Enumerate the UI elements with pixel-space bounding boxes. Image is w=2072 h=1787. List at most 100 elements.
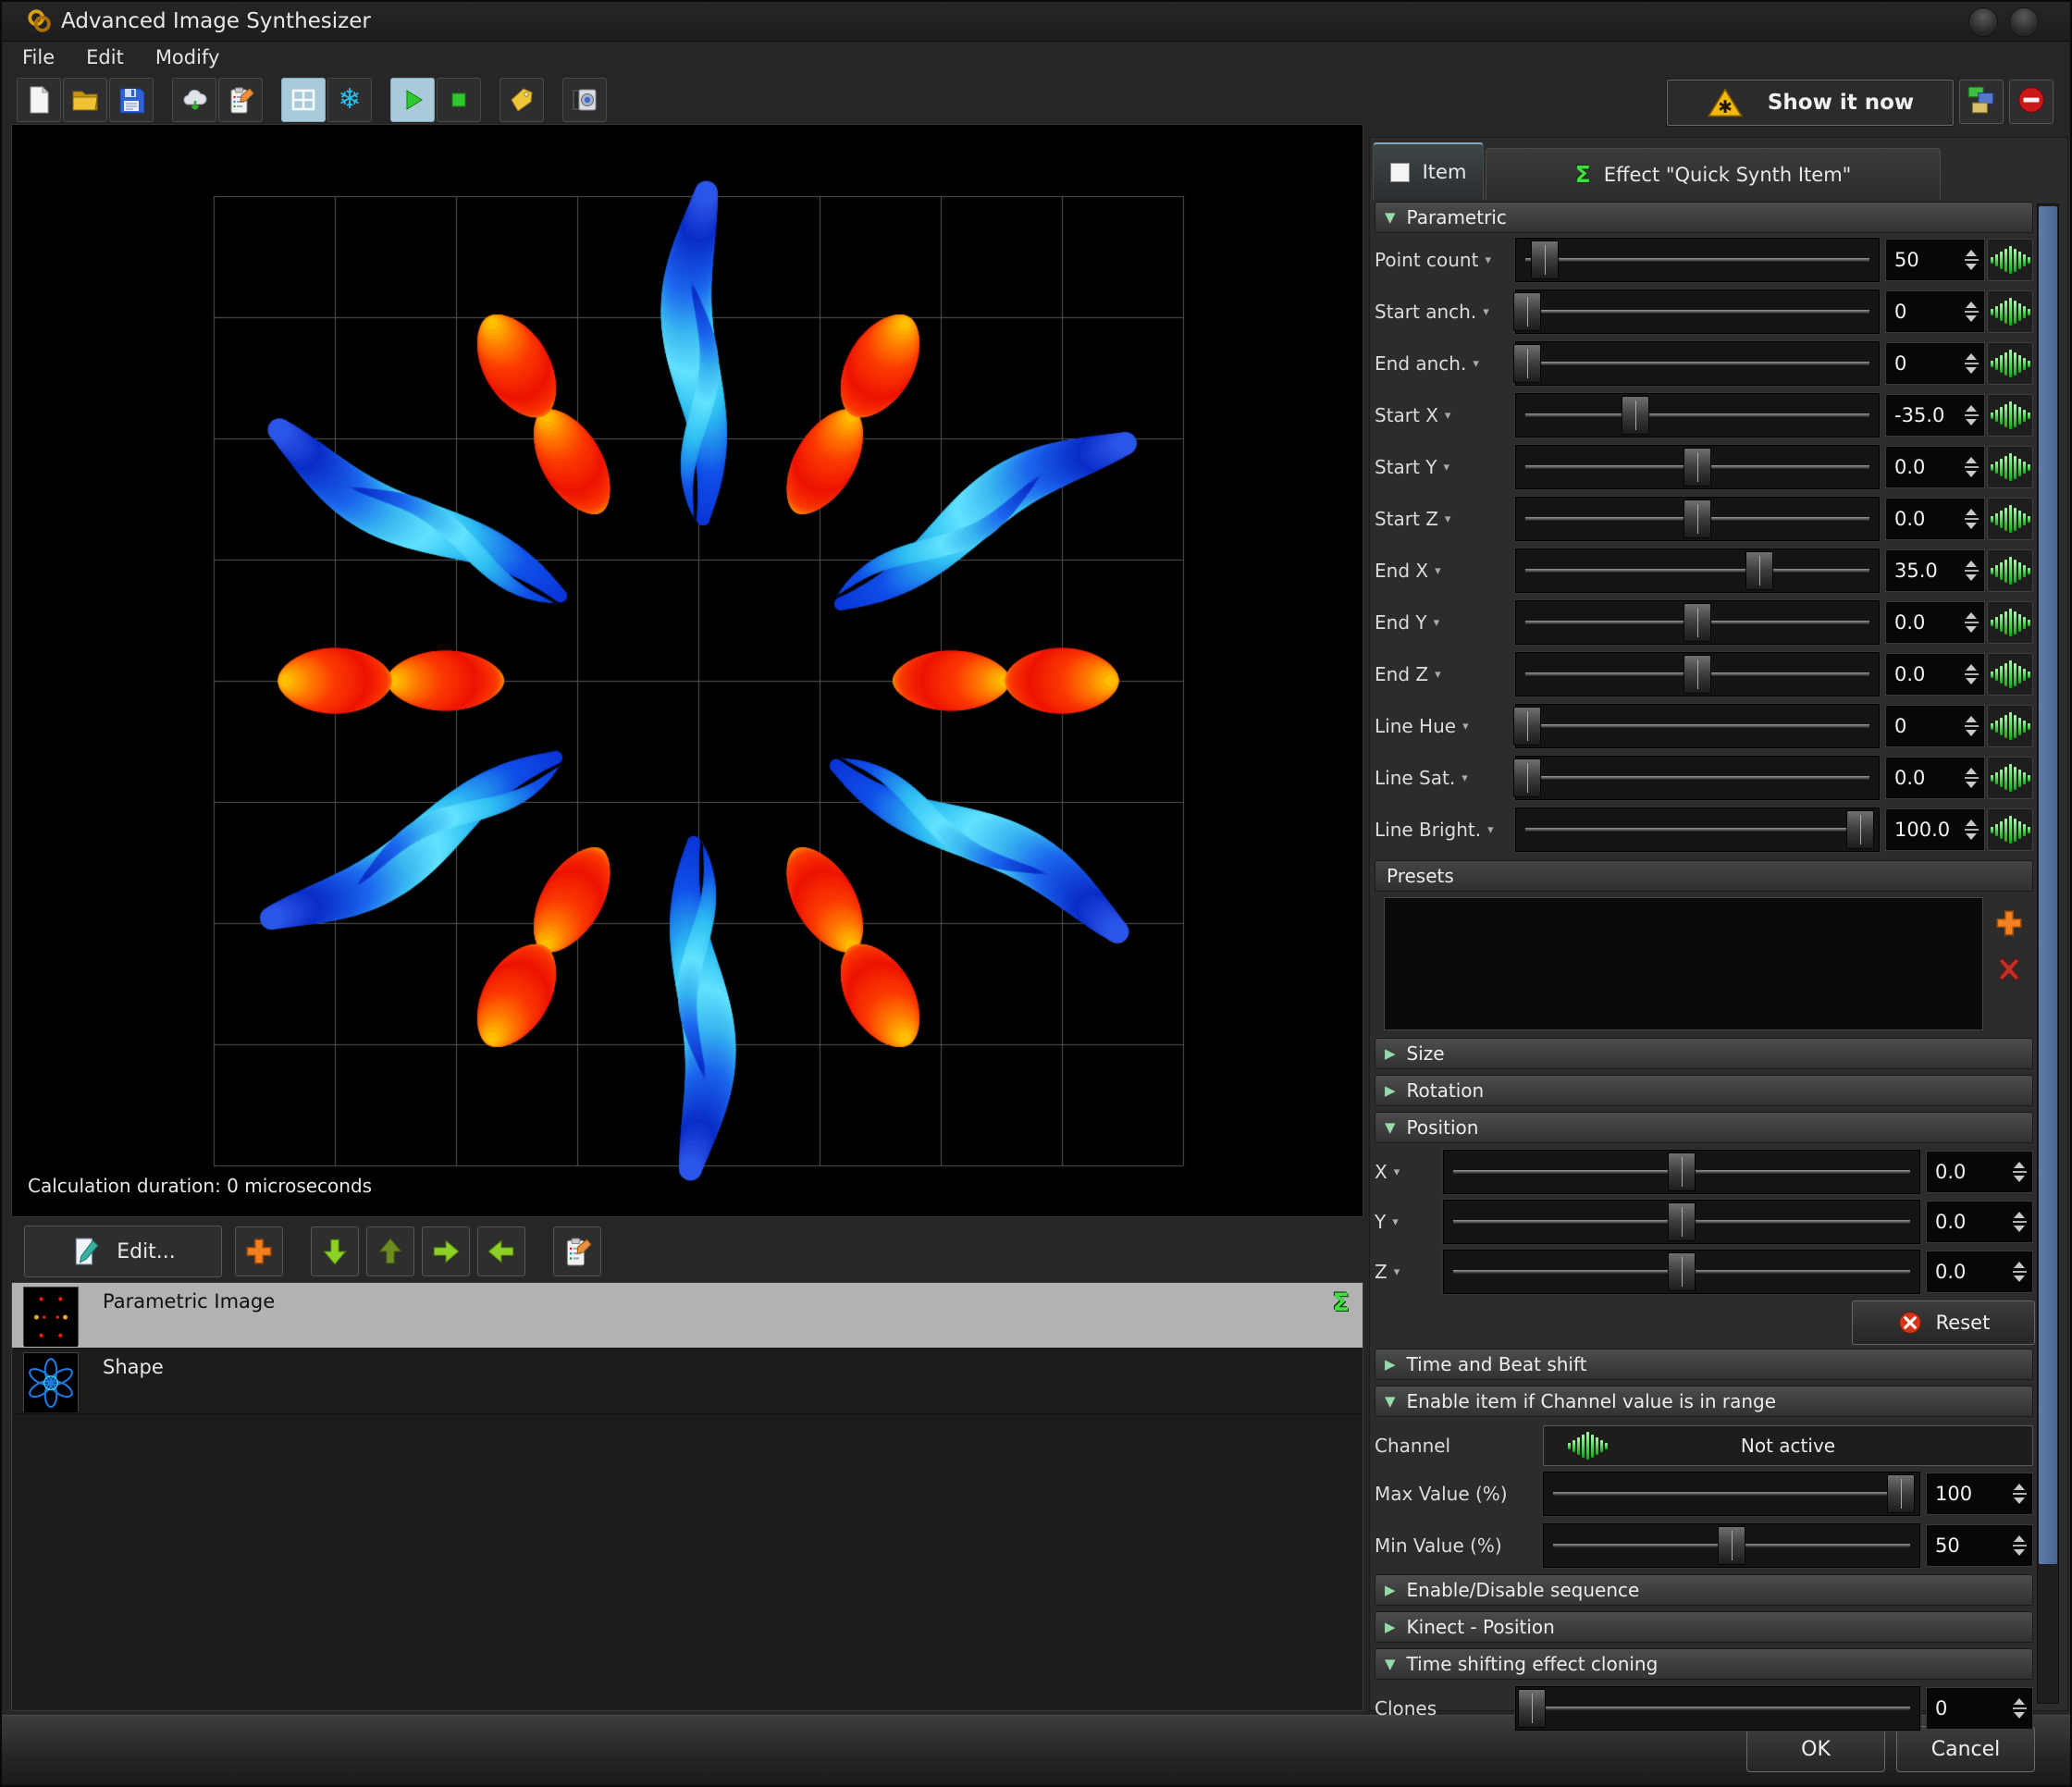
spin-down-icon[interactable] — [1966, 419, 1977, 425]
spin-down-icon[interactable] — [1966, 264, 1977, 270]
toolbar-button-grid-view[interactable] — [281, 78, 326, 122]
slider-handle[interactable] — [1684, 499, 1711, 538]
section-kinect-position[interactable]: ▶ Kinect - Position — [1375, 1611, 2033, 1643]
slider-label[interactable]: Y▾ — [1375, 1211, 1443, 1233]
slider-track[interactable] — [1515, 1686, 1920, 1731]
spin-down-icon[interactable] — [1966, 730, 1977, 736]
slider-track[interactable] — [1515, 652, 1880, 696]
slider-handle[interactable] — [1513, 707, 1541, 746]
channel-waveform-button[interactable] — [1987, 705, 2033, 747]
slider-track[interactable] — [1443, 1200, 1920, 1244]
menu-edit[interactable]: Edit — [86, 46, 124, 68]
spin-up-icon[interactable] — [1966, 820, 1977, 826]
channel-waveform-button[interactable] — [1987, 757, 2033, 799]
section-rotation[interactable]: ▶ Rotation — [1375, 1075, 2033, 1106]
spinner-stepper[interactable] — [1960, 250, 1982, 270]
slider-track[interactable] — [1543, 1523, 1920, 1568]
channel-waveform-button[interactable] — [1987, 808, 2033, 851]
toolbar-button-paste-special[interactable] — [218, 78, 263, 122]
channel-waveform-button[interactable] — [1987, 394, 2033, 437]
slider-label[interactable]: End Z▾ — [1375, 663, 1515, 685]
spinner-stepper[interactable] — [1960, 509, 1982, 529]
spin-up-icon[interactable] — [2014, 1535, 2025, 1542]
spin-up-icon[interactable] — [2014, 1162, 2025, 1168]
slider-track[interactable] — [1515, 704, 1880, 748]
spinner-stepper[interactable] — [1960, 302, 1982, 322]
slider-handle[interactable] — [1887, 1474, 1915, 1513]
slider-track[interactable] — [1515, 548, 1880, 593]
value-box[interactable]: 50 — [1885, 239, 1985, 281]
toolbar-button-stop[interactable] — [437, 78, 481, 122]
move-left-button[interactable] — [477, 1226, 525, 1276]
slider-track[interactable] — [1443, 1250, 1920, 1294]
channel-waveform-button[interactable] — [1987, 498, 2033, 540]
spin-down-icon[interactable] — [2014, 1497, 2025, 1504]
slider-label[interactable]: End X▾ — [1375, 560, 1515, 582]
spin-down-icon[interactable] — [1966, 574, 1977, 581]
slider-label[interactable]: Line Bright.▾ — [1375, 819, 1515, 841]
paste-special-button[interactable] — [553, 1226, 601, 1276]
spinner-stepper[interactable] — [1960, 768, 1982, 788]
edit-button[interactable]: Edit... — [24, 1226, 222, 1277]
channel-waveform-button[interactable] — [1987, 653, 2033, 696]
slider-track[interactable] — [1443, 1150, 1920, 1194]
toolbar-button-tag[interactable] — [500, 78, 544, 122]
value-box[interactable]: 100 — [1926, 1473, 2033, 1515]
slider-track[interactable] — [1515, 600, 1880, 645]
spin-up-icon[interactable] — [2014, 1262, 2025, 1268]
spin-down-icon[interactable] — [1966, 471, 1977, 477]
tab-effect-quick-synth-item[interactable]: Σ Effect "Quick Synth Item" — [1486, 148, 1941, 200]
spinner-stepper[interactable] — [1960, 820, 1982, 840]
slider-handle[interactable] — [1684, 448, 1711, 487]
ok-button[interactable]: OK — [1746, 1726, 1885, 1772]
slider-handle[interactable] — [1684, 603, 1711, 642]
value-box[interactable]: 0.0 — [1885, 601, 1985, 644]
spin-up-icon[interactable] — [1966, 302, 1977, 308]
toolbar-button-cloud-download[interactable] — [172, 78, 216, 122]
slider-handle[interactable] — [1745, 551, 1773, 590]
spin-up-icon[interactable] — [1966, 664, 1977, 671]
slider-label[interactable]: X▾ — [1375, 1161, 1443, 1183]
spin-up-icon[interactable] — [1966, 612, 1977, 619]
value-box[interactable]: 0.0 — [1885, 757, 1985, 799]
spinner-stepper[interactable] — [2008, 1262, 2030, 1282]
spin-up-icon[interactable] — [2014, 1484, 2025, 1490]
spinner-stepper[interactable] — [2008, 1535, 2030, 1556]
delete-preset-button[interactable] — [1991, 951, 2028, 988]
spin-up-icon[interactable] — [1966, 250, 1977, 256]
spinner-stepper[interactable] — [2008, 1484, 2030, 1504]
slider-handle[interactable] — [1513, 344, 1541, 383]
list-item-shape[interactable]: Shape — [12, 1349, 1363, 1414]
panel-scrollbar[interactable] — [2037, 203, 2059, 1704]
spin-down-icon[interactable] — [1966, 626, 1977, 633]
spin-down-icon[interactable] — [1966, 523, 1977, 529]
section-size[interactable]: ▶ Size — [1375, 1038, 2033, 1069]
slider-label[interactable]: Line Sat.▾ — [1375, 767, 1515, 789]
window-orb-right-button[interactable] — [2009, 7, 2039, 37]
spin-down-icon[interactable] — [2014, 1276, 2025, 1282]
slider-handle[interactable] — [1668, 1252, 1696, 1291]
section-parametric[interactable]: ▼ Parametric — [1375, 202, 2033, 233]
channel-waveform-button[interactable] — [1987, 601, 2033, 644]
spin-down-icon[interactable] — [1966, 678, 1977, 684]
window-orb-left-button[interactable] — [1968, 7, 1998, 37]
laser-preview-canvas[interactable] — [11, 124, 1363, 1217]
value-box[interactable]: 0 — [1926, 1687, 2033, 1730]
list-item-parametric-image[interactable]: Parametric ImageΣ — [12, 1283, 1363, 1349]
spin-down-icon[interactable] — [1966, 315, 1977, 322]
spinner-stepper[interactable] — [1960, 405, 1982, 425]
toolbar-button-save[interactable] — [109, 78, 154, 122]
slider-track[interactable] — [1515, 393, 1880, 438]
slider-handle[interactable] — [1668, 1202, 1696, 1241]
slider-label[interactable]: Start Z▾ — [1375, 508, 1515, 530]
slider-label[interactable]: Z▾ — [1375, 1261, 1443, 1283]
tab-item[interactable]: Item — [1373, 142, 1484, 200]
spinner-stepper[interactable] — [1960, 561, 1982, 581]
slider-handle[interactable] — [1684, 655, 1711, 694]
slider-track[interactable] — [1515, 238, 1880, 282]
move-down-button[interactable] — [311, 1226, 359, 1276]
spinner-stepper[interactable] — [1960, 353, 1982, 374]
value-box[interactable]: 0.0 — [1885, 446, 1985, 488]
section-time-shifting-cloning[interactable]: ▼ Time shifting effect cloning — [1375, 1648, 2033, 1680]
slider-handle[interactable] — [1531, 240, 1559, 279]
